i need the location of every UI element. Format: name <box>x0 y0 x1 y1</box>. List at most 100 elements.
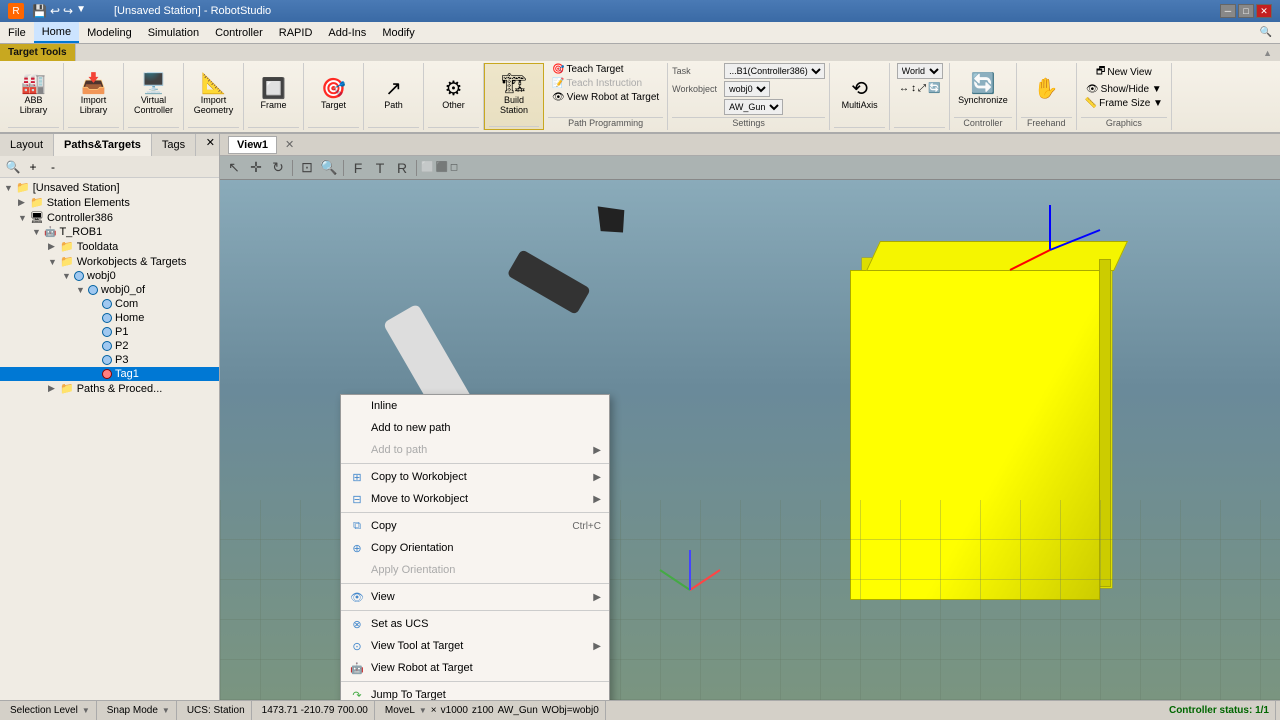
speed-z-label[interactable]: z100 <box>472 705 494 716</box>
menu-rapid[interactable]: RAPID <box>271 22 321 43</box>
tree-item-elements[interactable]: ▶ 📁 Station Elements <box>0 195 219 210</box>
task-dropdown[interactable]: ...B1(Controller386) <box>724 63 825 79</box>
maximize-button[interactable]: □ <box>1238 4 1254 18</box>
ctx-view-tool-target[interactable]: ⊙ View Tool at Target ▶ <box>341 635 609 657</box>
view-top-btn[interactable]: T <box>370 158 390 178</box>
speed-x-label[interactable]: v1000 <box>441 705 468 716</box>
qat-save[interactable]: 💾 <box>32 4 47 18</box>
world-dropdown[interactable]: World <box>897 63 943 79</box>
tree-item-com[interactable]: ▶ Com <box>0 297 219 311</box>
workobject-dropdown[interactable]: wobj0 <box>724 81 770 97</box>
tree-item-home[interactable]: ▶ Home <box>0 311 219 325</box>
fh-icon4[interactable]: 🔄 <box>928 83 940 94</box>
close-button[interactable]: ✕ <box>1256 4 1272 18</box>
menu-file[interactable]: File <box>0 22 34 43</box>
tree-item-tooldata[interactable]: ▶ 📁 Tooldata <box>0 239 219 254</box>
ctx-move-to-workobj[interactable]: ⊟ Move to Workobject ▶ <box>341 488 609 510</box>
tool-dropdown[interactable]: AW_Gun <box>724 99 783 115</box>
wobj-label[interactable]: WObj=wobj0 <box>542 705 599 716</box>
tree-item-trob1[interactable]: ▼ 🤖 T_ROB1 <box>0 225 219 239</box>
target-button[interactable]: 🎯 Target <box>316 77 352 112</box>
sidebar-tab-paths[interactable]: Paths&Targets <box>54 134 152 156</box>
fh-icon2[interactable]: ↕ <box>911 83 916 94</box>
menu-addins[interactable]: Add-Ins <box>320 22 374 43</box>
show-hide-button[interactable]: 👁 Show/Hide ▼ <box>1082 83 1166 96</box>
build-station-button[interactable]: 🏗 BuildStation <box>489 72 539 117</box>
movel-dropdown[interactable]: ▼ <box>419 706 427 715</box>
fh-icon3[interactable]: ⤢ <box>918 83 926 94</box>
tree-item-workobjects[interactable]: ▼ 📁 Workobjects & Targets <box>0 254 219 269</box>
ctx-view-robot-target[interactable]: 🤖 View Robot at Target <box>341 657 609 679</box>
selection-dropdown[interactable]: ▼ <box>82 706 90 715</box>
view-icon1[interactable]: ⬜ <box>421 162 433 173</box>
movel-label[interactable]: MoveL <box>385 705 415 716</box>
move-btn[interactable]: ✛ <box>246 158 266 178</box>
new-view-button[interactable]: 🗗 New View <box>1092 63 1156 82</box>
ctx-copy-orientation[interactable]: ⊕ Copy Orientation <box>341 537 609 559</box>
other-button[interactable]: ⚙ Other <box>436 77 472 112</box>
view-icon2[interactable]: ⬛ <box>435 162 447 173</box>
sidebar-close[interactable]: ✕ <box>202 134 219 156</box>
ctx-copy[interactable]: ⧉ Copy Ctrl+C <box>341 515 609 537</box>
frame-size-button[interactable]: 📏 Frame Size ▼ <box>1081 97 1167 110</box>
tree-item-p2[interactable]: ▶ P2 <box>0 339 219 353</box>
import-library-button[interactable]: 📥 ImportLibrary <box>76 72 112 117</box>
tool-status-label[interactable]: AW_Gun <box>498 705 538 716</box>
view-robot-target-button[interactable]: 👁 View Robot at Target <box>548 91 663 104</box>
selection-level-label[interactable]: Selection Level <box>10 705 78 716</box>
view-close[interactable]: ✕ <box>285 138 294 151</box>
ribbon-collapse[interactable]: ▲ <box>1255 44 1280 61</box>
snap-mode-label[interactable]: Snap Mode <box>107 705 158 716</box>
tree-item-p3[interactable]: ▶ P3 <box>0 353 219 367</box>
select-btn[interactable]: ↖ <box>224 158 244 178</box>
tree-item-tag1[interactable]: ▶ Tag1 <box>0 367 219 381</box>
view-icon3[interactable]: ◻ <box>450 162 458 173</box>
import-geometry-button[interactable]: 📐 ImportGeometry <box>190 72 238 117</box>
teach-instruction-button[interactable]: 📝 Teach Instruction <box>548 77 646 90</box>
sidebar-tab-layout[interactable]: Layout <box>0 134 54 156</box>
menu-home[interactable]: Home <box>34 22 79 43</box>
ctx-copy-to-workobj[interactable]: ⊞ Copy to Workobject ▶ <box>341 466 609 488</box>
zoom-in-btn[interactable]: 🔍 <box>319 158 339 178</box>
minimize-button[interactable]: ─ <box>1220 4 1236 18</box>
menu-modify[interactable]: Modify <box>374 22 422 43</box>
rotate-btn[interactable]: ↻ <box>268 158 288 178</box>
sidebar-expand-btn[interactable]: + <box>24 158 42 176</box>
tab-target-tools[interactable]: Target Tools <box>0 44 76 61</box>
synchronize-button[interactable]: 🔄 Synchronize <box>954 72 1012 107</box>
help-search[interactable]: 🔍 <box>1252 25 1280 40</box>
path-button[interactable]: ↗ Path <box>376 77 412 112</box>
view1-tab[interactable]: View1 <box>228 136 277 154</box>
ctx-view[interactable]: 👁 View ▶ <box>341 586 609 608</box>
ctx-add-new-path[interactable]: Add to new path <box>341 417 609 439</box>
view-front-btn[interactable]: F <box>348 158 368 178</box>
qat-undo[interactable]: ↩ <box>50 4 60 18</box>
ctx-jump-target[interactable]: ↷ Jump To Target <box>341 684 609 700</box>
tree-item-p1[interactable]: ▶ P1 <box>0 325 219 339</box>
tree-item-paths[interactable]: ▶ 📁 Paths & Proced... <box>0 381 219 396</box>
qat-redo[interactable]: ↪ <box>63 4 73 18</box>
tree-item-wobj0[interactable]: ▼ wobj0 <box>0 269 219 283</box>
tree-item-station[interactable]: ▼ 📁 [Unsaved Station] <box>0 180 219 195</box>
sidebar-tab-tags[interactable]: Tags <box>152 134 196 156</box>
tree-item-wobj0of[interactable]: ▼ wobj0_of <box>0 283 219 297</box>
view-right-btn[interactable]: R <box>392 158 412 178</box>
ctx-set-ucs[interactable]: ⊗ Set as UCS <box>341 613 609 635</box>
abb-library-button[interactable]: 🏭 ABBLibrary <box>16 72 52 117</box>
ctx-inline[interactable]: Inline <box>341 395 609 417</box>
menu-simulation[interactable]: Simulation <box>140 22 207 43</box>
multiaxis-button[interactable]: ⟲ MultiAxis <box>838 77 882 112</box>
frame-button[interactable]: 🔲 Frame <box>256 77 292 112</box>
tree-item-controller[interactable]: ▼ 🖥 Controller386 <box>0 210 219 225</box>
virtual-controller-button[interactable]: 🖥️ VirtualController <box>130 72 177 117</box>
freehand-button[interactable]: ✋ <box>1028 77 1064 102</box>
sidebar-collapse-btn[interactable]: - <box>44 158 62 176</box>
menu-modeling[interactable]: Modeling <box>79 22 140 43</box>
menu-controller[interactable]: Controller <box>207 22 271 43</box>
fh-icon1[interactable]: ↔ <box>899 83 909 94</box>
snap-dropdown[interactable]: ▼ <box>162 706 170 715</box>
teach-target-button[interactable]: 🎯 Teach Target <box>548 63 628 76</box>
zoom-fit-btn[interactable]: ⊡ <box>297 158 317 178</box>
sidebar-filter-btn[interactable]: 🔍 <box>4 158 22 176</box>
qat-more[interactable]: ▼ <box>76 4 86 18</box>
